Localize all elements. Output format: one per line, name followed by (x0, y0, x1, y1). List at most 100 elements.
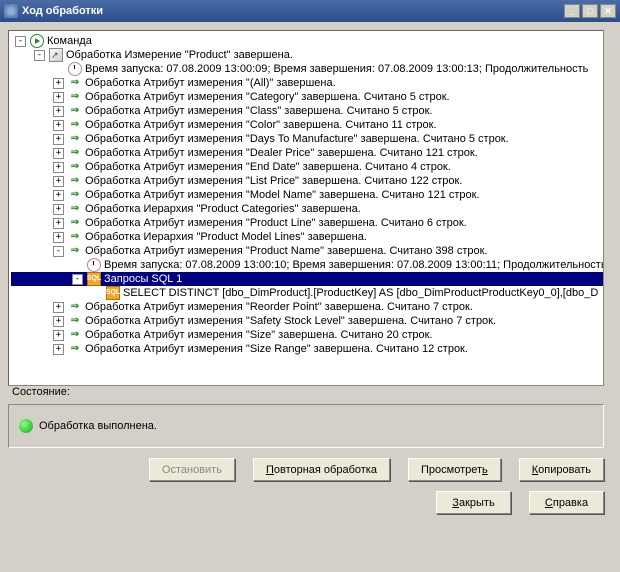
arrow-icon: ⇒ (68, 104, 82, 118)
tree-label: Обработка Атрибут измерения "(All)" заве… (85, 76, 336, 90)
arrow-icon: ⇒ (68, 90, 82, 104)
expand-toggle[interactable]: + (53, 162, 64, 173)
expand-toggle[interactable]: - (72, 274, 83, 285)
expand-toggle[interactable]: - (34, 50, 45, 61)
arrow-icon: ⇒ (68, 314, 82, 328)
view-button[interactable]: Просмотреть (408, 458, 501, 481)
tree-item[interactable]: + ⇒Обработка Атрибут измерения "Dealer Pr… (11, 146, 603, 160)
expand-toggle[interactable]: + (53, 190, 64, 201)
expand-toggle[interactable]: - (53, 246, 64, 257)
tree-label: Время запуска: 07.08.2009 13:00:10; Врем… (104, 258, 603, 272)
tree-item[interactable]: + ⇒Обработка Атрибут измерения "End Date"… (11, 160, 603, 174)
help-button[interactable]: Справка (529, 491, 604, 514)
expand-toggle[interactable]: + (53, 78, 64, 89)
tree-item[interactable]: + ⇒Обработка Атрибут измерения "Class" за… (11, 104, 603, 118)
arrow-icon: ⇒ (68, 118, 82, 132)
window-title: Ход обработки (22, 5, 564, 17)
titlebar: Ход обработки _ □ ✕ (0, 0, 620, 22)
tree-item[interactable]: + ⇒Обработка Атрибут измерения "Days To M… (11, 132, 603, 146)
tree-item[interactable]: + ⇒Обработка Атрибут измерения "Category"… (11, 90, 603, 104)
tree-label: Обработка Иерархия "Product Model Lines"… (85, 230, 367, 244)
arrow-icon: ⇒ (68, 174, 82, 188)
expand-toggle[interactable]: + (53, 232, 64, 243)
expand-toggle[interactable]: + (53, 316, 64, 327)
tree-item[interactable]: + ⇒Обработка Атрибут измерения "Product L… (11, 216, 603, 230)
sql-icon: SQL (106, 286, 120, 300)
tree-item[interactable]: +⇒Обработка Атрибут измерения "List Pric… (11, 174, 603, 188)
close-btn[interactable]: Закрыть (436, 491, 511, 514)
tree-label: Обработка Атрибут измерения "Days To Man… (85, 132, 509, 146)
tree-item[interactable]: + ⇒Обработка Атрибут измерения "Color" за… (11, 118, 603, 132)
expand-toggle[interactable]: + (53, 204, 64, 215)
tree-label: Обработка Атрибут измерения "Color" заве… (85, 118, 437, 132)
tree-label: Время запуска: 07.08.2009 13:00:09; Врем… (85, 62, 588, 76)
arrow-icon: ⇒ (68, 146, 82, 160)
arrow-icon: ⇒ (68, 244, 82, 258)
tree-item[interactable]: +⇒Обработка Атрибут измерения "Size" зав… (11, 328, 603, 342)
tree-root[interactable]: - Команда (11, 34, 603, 48)
tree-item[interactable]: +⇒Обработка Атрибут измерения "Reorder P… (11, 300, 603, 314)
expand-toggle[interactable]: - (15, 36, 26, 47)
tree-label: Запросы SQL 1 (104, 272, 182, 286)
expand-toggle[interactable]: + (53, 92, 64, 103)
tree-item[interactable]: +⇒Обработка Атрибут измерения "Size Rang… (11, 342, 603, 356)
tree-label: Обработка Атрибут измерения "Product Lin… (85, 216, 467, 230)
tree-label: Обработка Атрибут измерения "Safety Stoc… (85, 314, 496, 328)
app-icon (4, 4, 18, 18)
arrow-icon: ⇒ (68, 188, 82, 202)
sql-icon: SQL (87, 272, 101, 286)
button-row-1: Остановить Повторная обработка Просмотре… (8, 458, 604, 481)
tree-sql-queries[interactable]: -SQLЗапросы SQL 1 (11, 272, 603, 286)
arrow-icon: ⇒ (68, 216, 82, 230)
status-text: Обработка выполнена. (39, 420, 157, 432)
expand-toggle[interactable]: + (53, 134, 64, 145)
tree-item[interactable]: + ⇒Обработка Атрибут измерения "Model Nam… (11, 188, 603, 202)
tree-label: Обработка Атрибут измерения "Dealer Pric… (85, 146, 478, 160)
tree-label: Обработка Атрибут измерения "Reorder Poi… (85, 300, 473, 314)
tree-item[interactable]: + ⇒Обработка Иерархия "Product Categories… (11, 202, 603, 216)
maximize-button[interactable]: □ (582, 4, 598, 18)
reprocess-button[interactable]: Повторная обработка (253, 458, 390, 481)
tree-label: Обработка Атрибут измерения "Class" заве… (85, 104, 432, 118)
expand-toggle[interactable]: + (53, 344, 64, 355)
tree-item-open[interactable]: -⇒Обработка Атрибут измерения "Product N… (11, 244, 603, 258)
copy-button[interactable]: Копировать (519, 458, 604, 481)
expand-toggle[interactable]: + (53, 176, 64, 187)
button-row-2: Закрыть Справка (8, 491, 604, 514)
tree-time[interactable]: Время запуска: 07.08.2009 13:00:10; Врем… (11, 258, 603, 272)
status-label: Состояние: (8, 386, 612, 398)
dimension-icon (49, 48, 63, 62)
tree-sql-statement[interactable]: SQLSELECT DISTINCT [dbo_DimProduct].[Pro… (11, 286, 603, 300)
tree-label: Обработка Атрибут измерения "Category" з… (85, 90, 450, 104)
tree-label: Обработка Измерение "Product" завершена. (66, 48, 293, 62)
tree-label: Обработка Атрибут измерения "Size" завер… (85, 328, 432, 342)
tree-label: Обработка Атрибут измерения "Model Name"… (85, 188, 480, 202)
clock-icon (87, 258, 101, 272)
expand-toggle[interactable]: + (53, 120, 64, 131)
tree-dimension[interactable]: - Обработка Измерение "Product" завершена… (11, 48, 603, 62)
expand-toggle[interactable]: + (53, 148, 64, 159)
stop-button[interactable]: Остановить (149, 458, 235, 481)
expand-toggle[interactable]: + (53, 330, 64, 341)
expand-toggle[interactable]: + (53, 302, 64, 313)
tree-item[interactable]: + ⇒Обработка Иерархия "Product Model Line… (11, 230, 603, 244)
expand-toggle[interactable]: + (53, 218, 64, 229)
tree-label: Обработка Атрибут измерения "End Date" з… (85, 160, 451, 174)
tree-item[interactable]: + ⇒Обработка Атрибут измерения "Safety St… (11, 314, 603, 328)
arrow-icon: ⇒ (68, 132, 82, 146)
play-icon (30, 34, 44, 48)
tree-label: Команда (47, 34, 92, 48)
close-button[interactable]: ✕ (600, 4, 616, 18)
tree-view[interactable]: -Команда-Обработка Измерение "Product" з… (8, 30, 604, 386)
main-panel: -Команда-Обработка Измерение "Product" з… (0, 22, 620, 522)
expand-toggle[interactable]: + (53, 106, 64, 117)
tree-item[interactable]: + ⇒Обработка Атрибут измерения "(All)" за… (11, 76, 603, 90)
minimize-button[interactable]: _ (564, 4, 580, 18)
arrow-icon: ⇒ (68, 76, 82, 90)
success-icon (19, 419, 33, 433)
arrow-icon: ⇒ (68, 230, 82, 244)
arrow-icon: ⇒ (68, 160, 82, 174)
arrow-icon: ⇒ (68, 202, 82, 216)
tree-label: Обработка Иерархия "Product Categories" … (85, 202, 361, 216)
tree-time[interactable]: Время запуска: 07.08.2009 13:00:09; Врем… (11, 62, 603, 76)
